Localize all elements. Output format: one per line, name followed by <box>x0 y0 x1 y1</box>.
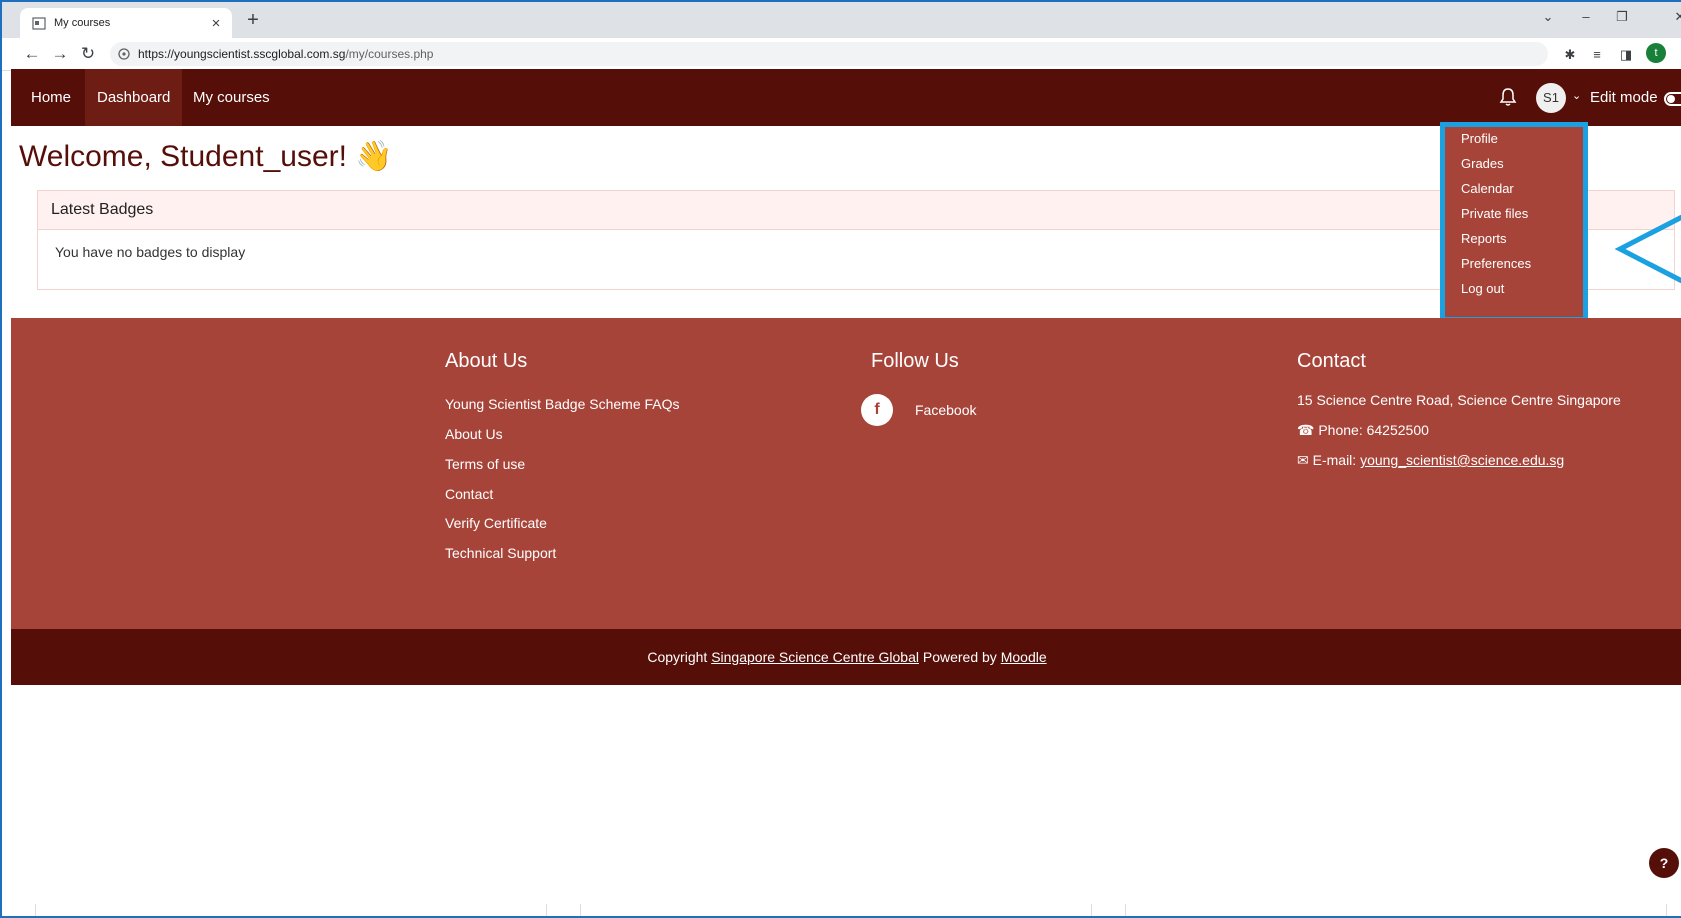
latest-badges-header: Latest Badges <box>38 191 1674 230</box>
footer-contact-title: Contact <box>1297 350 1366 372</box>
address-bar: ← → ↻ https://youngscientist.sscglobal.c… <box>2 38 1681 71</box>
menu-item-private-files[interactable]: Private files <box>1461 206 1528 221</box>
footer-link-facebook[interactable]: Facebook <box>915 402 976 418</box>
menu-item-reports[interactable]: Reports <box>1461 231 1507 246</box>
footer-link-terms[interactable]: Terms of use <box>445 456 525 472</box>
footer-link-faqs[interactable]: Young Scientist Badge Scheme FAQs <box>445 396 680 412</box>
contact-email-link[interactable]: young_scientist@science.edu.sg <box>1360 452 1564 468</box>
browser-window: My courses × + ⌄ – ❐ ✕ ← → ↻ https://you… <box>0 0 1681 918</box>
menu-item-calendar[interactable]: Calendar <box>1461 181 1514 196</box>
menu-item-log-out[interactable]: Log out <box>1461 281 1504 296</box>
course-card-edge <box>580 904 1092 916</box>
nav-home[interactable]: Home <box>19 69 83 126</box>
contact-phone: Phone: 64252500 <box>1318 422 1429 438</box>
side-panel-icon[interactable]: ◨ <box>1618 47 1634 63</box>
minimize-icon[interactable]: – <box>1576 9 1596 24</box>
browser-tab[interactable]: My courses × <box>20 8 232 38</box>
annotation-arrow-icon <box>1614 214 1681 284</box>
tab-bar: My courses × + ⌄ – ❐ ✕ <box>2 2 1681 38</box>
footer-link-support[interactable]: Technical Support <box>445 545 556 561</box>
menu-item-profile[interactable]: Profile <box>1461 131 1498 146</box>
url-host: https://youngscientist.sscglobal.com.sg <box>138 47 346 61</box>
course-cards-peek <box>35 904 1681 916</box>
tab-search-icon[interactable]: ⌄ <box>1538 9 1558 25</box>
tab-close-icon[interactable]: × <box>206 15 226 32</box>
footer-about-title: About Us <box>445 350 528 372</box>
copyright-line: Copyright Singapore Science Centre Globa… <box>11 649 1681 665</box>
page-favicon-icon <box>32 17 46 30</box>
footer-link-about[interactable]: About Us <box>445 426 503 442</box>
powered-by-text: Powered by <box>922 649 997 665</box>
menu-item-grades[interactable]: Grades <box>1461 156 1504 171</box>
latest-badges-block: Latest Badges You have no badges to disp… <box>37 190 1675 290</box>
user-avatar[interactable]: S1 <box>1536 83 1566 113</box>
contact-address: 15 Science Centre Road, Science Centre S… <box>1297 392 1621 408</box>
help-button[interactable]: ? <box>1649 848 1679 878</box>
user-menu-chevron-down-icon[interactable]: ⌄ <box>1572 89 1581 102</box>
browser-profile-avatar[interactable]: t <box>1646 43 1666 63</box>
close-window-icon[interactable]: ✕ <box>1670 9 1681 25</box>
footer-link-verify[interactable]: Verify Certificate <box>445 515 547 531</box>
contact-phone-row: ☎ Phone: 64252500 <box>1297 422 1429 439</box>
footer-link-contact[interactable]: Contact <box>445 486 493 502</box>
user-menu-dropdown: Profile Grades Calendar Private files Re… <box>1440 122 1588 322</box>
toggle-knob <box>1667 95 1675 103</box>
site-footer: About Us Young Scientist Badge Scheme FA… <box>11 318 1681 629</box>
new-tab-button[interactable]: + <box>242 9 264 31</box>
phone-icon: ☎ <box>1297 422 1315 438</box>
contact-email-row: ✉ E-mail: young_scientist@science.edu.sg <box>1297 452 1564 469</box>
site-navbar: Home Dashboard My courses S1 ⌄ Edit mode <box>11 69 1681 126</box>
contact-email-label: E-mail: <box>1312 452 1357 468</box>
edit-mode-toggle[interactable] <box>1664 92 1681 106</box>
page-title: Welcome, Student_user! 👋 <box>19 140 393 173</box>
reload-icon[interactable]: ↻ <box>78 44 98 64</box>
site-info-icon <box>118 48 130 60</box>
badges-empty-message: You have no badges to display <box>55 244 246 260</box>
nav-my-courses[interactable]: My courses <box>181 69 282 126</box>
tab-title: My courses <box>54 17 111 29</box>
url-field[interactable]: https://youngscientist.sscglobal.com.sg /… <box>110 42 1548 66</box>
copyright-prefix: Copyright <box>647 649 708 665</box>
extensions-icon[interactable]: ✱ <box>1562 47 1578 63</box>
notifications-bell-icon[interactable] <box>1499 87 1517 107</box>
course-card-edge <box>35 904 547 916</box>
copyright-bar: Copyright Singapore Science Centre Globa… <box>11 629 1681 685</box>
menu-item-preferences[interactable]: Preferences <box>1461 256 1531 271</box>
course-card-edge <box>1125 904 1667 916</box>
envelope-icon: ✉ <box>1297 452 1309 468</box>
forward-icon[interactable]: → <box>50 44 70 64</box>
copyright-org-link[interactable]: Singapore Science Centre Global <box>711 649 919 665</box>
nav-dashboard[interactable]: Dashboard <box>85 69 183 126</box>
back-icon[interactable]: ← <box>22 44 42 64</box>
url-path: /my/courses.php <box>345 47 434 61</box>
reading-list-icon[interactable]: ≡ <box>1589 47 1605 63</box>
restore-icon[interactable]: ❐ <box>1612 9 1632 25</box>
moodle-link[interactable]: Moodle <box>1001 649 1047 665</box>
edit-mode-label: Edit mode <box>1590 89 1658 106</box>
footer-follow-title: Follow Us <box>871 350 959 372</box>
facebook-icon[interactable]: f <box>861 394 893 426</box>
